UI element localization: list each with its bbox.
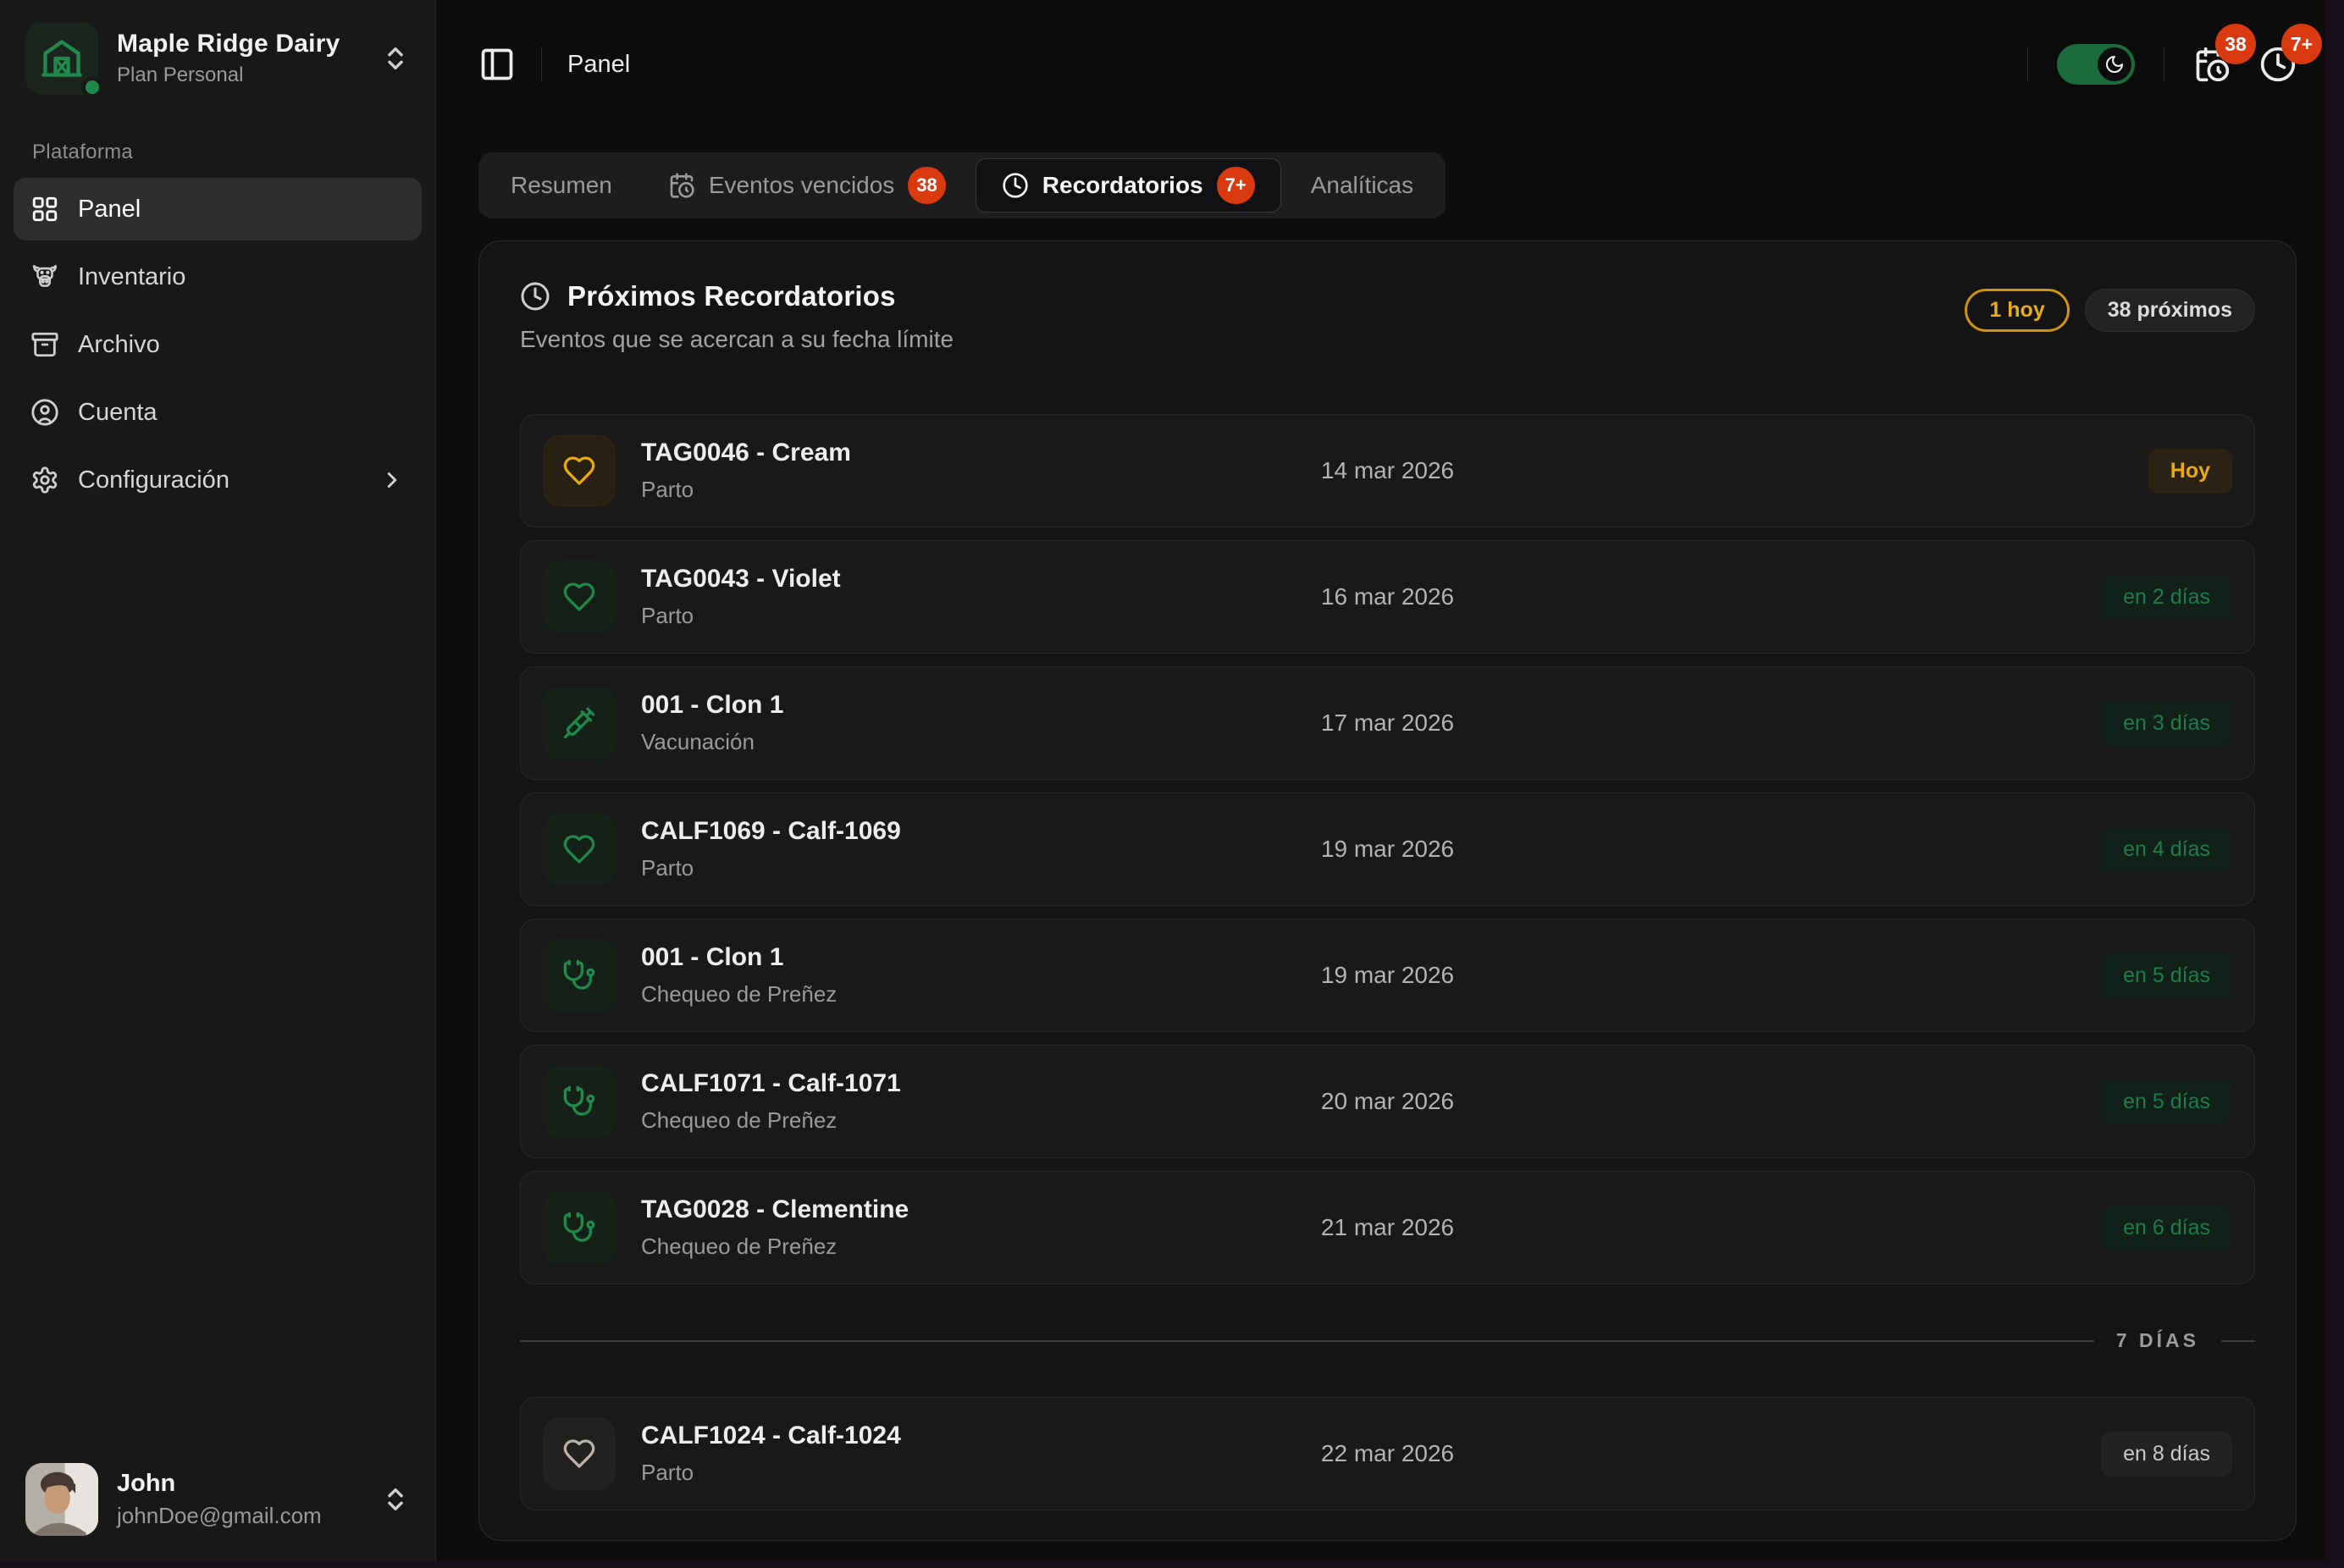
reminder-date: 17 mar 2026 [1321,709,1454,737]
card-title: Próximos Recordatorios [567,280,896,312]
avatar [25,1463,98,1536]
stethoscope-icon [562,958,596,992]
sidebar-nav: Panel Inventario Archivo Cuenta Configur… [14,178,422,511]
reminder-row[interactable]: TAG0043 - VioletParto 16 mar 2026 en 2 d… [520,540,2255,654]
clock-icon [520,281,550,312]
panel-left-icon [478,46,516,83]
org-status-dot [81,76,103,98]
layout-grid-icon [30,195,59,224]
tab-bar: Resumen Eventos vencidos 38 Recordatorio… [478,152,1446,218]
archive-icon [30,330,59,359]
heart-icon [562,1437,596,1471]
tab-recordatorios[interactable]: Recordatorios 7+ [976,158,1281,213]
sidebar-item-cuenta[interactable]: Cuenta [14,381,422,444]
org-plan: Plan Personal [117,63,362,87]
reminder-date: 14 mar 2026 [1321,457,1454,484]
topbar: Panel 38 7+ [478,0,2297,129]
overdue-count-badge: 38 [2215,24,2256,64]
reminder-date: 19 mar 2026 [1321,836,1454,863]
org-name: Maple Ridge Dairy [117,30,362,58]
tab-eventos-vencidos[interactable]: Eventos vencidos 38 [642,158,972,213]
cow-icon [30,262,59,291]
due-badge: en 8 días [2101,1432,2232,1477]
sidebar-item-configuracion[interactable]: Configuración [14,449,422,511]
dark-mode-toggle[interactable] [2057,44,2135,85]
heart-icon [562,454,596,488]
reminder-date: 16 mar 2026 [1321,583,1454,610]
due-badge: Hoy [2148,449,2232,494]
reminder-date: 22 mar 2026 [1321,1440,1454,1467]
moon-icon [2104,54,2125,75]
sidebar-item-label: Archivo [78,331,160,359]
app-window: Maple Ridge Dairy Plan Personal Platafor… [0,0,2325,1561]
sidebar-item-panel[interactable]: Panel [14,178,422,240]
syringe-icon [562,706,596,740]
sidebar-item-label: Configuración [78,467,229,494]
sidebar-section-label: Plataforma [32,141,422,164]
reminders-card: Próximos Recordatorios Eventos que se ac… [478,240,2297,1541]
user-menu[interactable]: John johnDoe@gmail.com [14,1453,422,1546]
reminder-row[interactable]: TAG0046 - CreamParto 14 mar 2026 Hoy [520,414,2255,527]
chevrons-up-down-icon [381,1485,410,1514]
user-name: John [117,1470,362,1498]
stethoscope-icon [562,1211,596,1245]
sidebar-item-label: Inventario [78,263,185,291]
reminder-row[interactable]: CALF1071 - Calf-1071Chequeo de Preñez 20… [520,1045,2255,1158]
sidebar-item-archivo[interactable]: Archivo [14,313,422,376]
divider [2027,47,2028,82]
reminder-row[interactable]: 001 - Clon 1Chequeo de Preñez 19 mar 202… [520,919,2255,1032]
seven-days-divider: 7 DÍAS [520,1329,2255,1352]
heart-icon [562,832,596,866]
calendar-clock-icon [668,172,695,199]
card-subtitle: Eventos que se acercan a su fecha límite [520,326,954,353]
heart-icon [562,580,596,614]
reminders-count-badge: 7+ [2281,24,2322,64]
gear-icon [30,466,59,494]
due-badge: en 5 días [2101,953,2232,998]
reminder-date: 21 mar 2026 [1321,1214,1454,1241]
due-badge: en 6 días [2101,1206,2232,1251]
reminders-button[interactable]: 7+ [2259,46,2297,83]
divider [541,47,542,82]
sidebar-toggle-button[interactable] [478,46,516,83]
chevron-right-icon [379,467,405,493]
sidebar-item-label: Cuenta [78,399,158,427]
stethoscope-icon [562,1085,596,1118]
sidebar: Maple Ridge Dairy Plan Personal Platafor… [0,0,436,1561]
reminder-row[interactable]: CALF1024 - Calf-1024Parto 22 mar 2026 en… [520,1397,2255,1510]
tab-badge: 38 [908,167,945,204]
sidebar-item-label: Panel [78,196,141,224]
org-switcher[interactable]: Maple Ridge Dairy Plan Personal [14,12,422,105]
today-pill: 1 hoy [1965,289,2069,332]
reminder-date: 19 mar 2026 [1321,962,1454,989]
chevrons-up-down-icon [381,44,410,73]
due-badge: en 3 días [2101,701,2232,746]
reminder-list: TAG0046 - CreamParto 14 mar 2026 Hoy TAG… [520,414,2255,1510]
reminder-date: 20 mar 2026 [1321,1088,1454,1115]
barn-icon [25,22,98,95]
due-badge: en 2 días [2101,575,2232,620]
user-email: johnDoe@gmail.com [117,1503,362,1529]
due-badge: en 4 días [2101,827,2232,872]
main-area: Panel 38 7+ [436,0,2325,1561]
due-badge: en 5 días [2101,1079,2232,1124]
clock-icon [1002,172,1029,199]
upcoming-pill: 38 próximos [2085,289,2255,332]
reminder-row[interactable]: CALF1069 - Calf-1069Parto 19 mar 2026 en… [520,792,2255,906]
reminder-row[interactable]: 001 - Clon 1Vacunación 17 mar 2026 en 3 … [520,666,2255,780]
sidebar-item-inventario[interactable]: Inventario [14,246,422,308]
tab-badge: 7+ [1217,167,1255,204]
reminder-row[interactable]: TAG0028 - ClementineChequeo de Preñez 21… [520,1171,2255,1284]
page-title: Panel [567,51,630,79]
tab-analiticas[interactable]: Analíticas [1285,158,1440,213]
user-circle-icon [30,398,59,427]
tab-resumen[interactable]: Resumen [484,158,639,213]
overdue-events-button[interactable]: 38 [2193,46,2231,83]
